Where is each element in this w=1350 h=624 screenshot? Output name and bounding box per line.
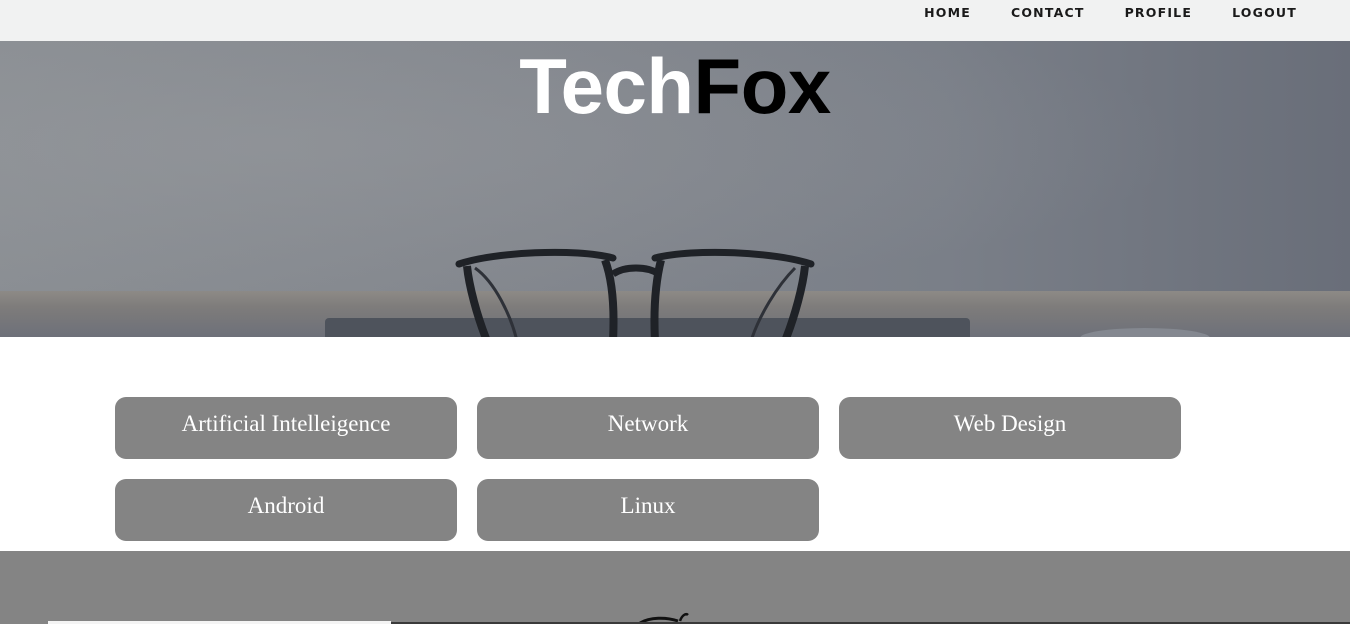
- nav-links: HOME CONTACT PROFILE LOGOUT: [884, 6, 1297, 20]
- footer: [0, 551, 1350, 624]
- category-button-network[interactable]: Network: [477, 397, 819, 459]
- nav-profile-link[interactable]: PROFILE: [1125, 6, 1193, 20]
- category-button-web-design[interactable]: Web Design: [839, 397, 1181, 459]
- category-button-android[interactable]: Android: [115, 479, 457, 541]
- brand-tech-text: Tech: [519, 42, 694, 130]
- category-button-ai[interactable]: Artificial Intelleigence: [115, 397, 457, 459]
- top-navbar: HOME CONTACT PROFILE LOGOUT: [0, 0, 1350, 41]
- category-button-linux[interactable]: Linux: [477, 479, 819, 541]
- nav-logout-link[interactable]: LOGOUT: [1232, 6, 1297, 20]
- brand-logo[interactable]: TechFox: [0, 47, 1350, 125]
- brand-fox-text: Fox: [693, 42, 832, 130]
- hero-banner: TechFox: [0, 41, 1350, 337]
- nav-contact-link[interactable]: CONTACT: [1011, 6, 1085, 20]
- eyeglasses-image: [455, 248, 815, 337]
- nav-home-link[interactable]: HOME: [924, 6, 971, 20]
